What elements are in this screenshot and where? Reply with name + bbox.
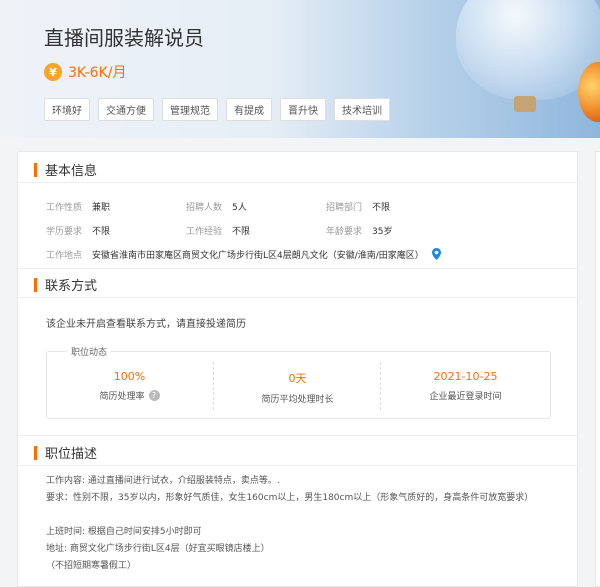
info-label: 工作性质 <box>46 202 83 213</box>
contact-notice: 该企业未开启查看联系方式，请直接投递简历 <box>46 319 246 330</box>
description-line: 上班时间: 根据自己时间安排5小时即可 <box>46 527 202 537</box>
stat-value: 0天 <box>288 372 307 385</box>
section-basic-info: 基本信息 <box>34 160 97 179</box>
info-value: 兼职 <box>92 202 111 213</box>
salary-text: 3K-6K/月 <box>68 65 127 81</box>
info-value: 不限 <box>372 202 391 213</box>
description-line: 要求：性别不限，35岁以内，形象好气质佳，女生160cm以上，男生180cm以上… <box>46 493 534 503</box>
stat-last-login: 2021-10-25 企业最近登录时间 <box>383 352 548 420</box>
benefit-tags: 环境好 交通方便 管理规范 有提成 晋升快 技术培训 <box>44 98 390 121</box>
stat-desc: 简历平均处理时长 <box>261 395 334 405</box>
address-value: 安徽省淮南市田家庵区商贸文化广场步行街L区4层朗凡文化（安徽/淮南/田家庵区） <box>92 250 424 261</box>
benefit-tag: 交通方便 <box>98 98 154 121</box>
divider <box>18 268 577 269</box>
divider <box>18 297 577 298</box>
info-value: 不限 <box>232 226 251 237</box>
info-label: 年龄要求 <box>326 226 363 237</box>
info-label: 招聘人数 <box>186 202 223 213</box>
help-icon[interactable]: ? <box>148 390 160 401</box>
benefit-tag: 技术培训 <box>334 98 390 121</box>
map-pin-icon[interactable] <box>431 248 441 260</box>
job-header-banner: 直播间服装解说员 ¥ 3K-6K/月 环境好 交通方便 管理规范 有提成 晋升快… <box>0 0 600 138</box>
address-label: 工作地点 <box>46 250 83 261</box>
yen-icon: ¥ <box>44 63 62 81</box>
stat-process-time: 0天 简历平均处理时长 <box>215 352 380 420</box>
job-detail-card: 基本信息 工作性质 兼职 招聘人数 5人 招聘部门 不限 学历要求 不限 工作经验 不限 … <box>17 151 578 587</box>
basic-info-grid: 工作性质 兼职 招聘人数 5人 招聘部门 不限 学历要求 不限 工作经验 不限 年龄要求 3… <box>46 194 566 266</box>
section-contact: 联系方式 <box>34 275 97 294</box>
description-line: 工作内容: 通过直播间进行试衣，介绍服装特点，卖点等。. <box>46 476 280 486</box>
stat-separator <box>213 362 214 410</box>
job-description: 工作内容: 通过直播间进行试衣，介绍服装特点，卖点等。. 要求：性别不限，35岁… <box>46 473 533 575</box>
benefit-tag: 环境好 <box>44 98 90 121</box>
info-value: 5人 <box>232 202 247 213</box>
info-row: 学历要求 不限 工作经验 不限 年龄要求 35岁 <box>46 218 566 242</box>
stat-value: 2021-10-25 <box>433 370 498 383</box>
section-title: 职位描述 <box>45 447 98 462</box>
info-value: 不限 <box>92 226 111 237</box>
address-row: 工作地点 安徽省淮南市田家庵区商贸文化广场步行街L区4层朗凡文化（安徽/淮南/田… <box>46 242 566 266</box>
info-label: 工作经验 <box>186 226 223 237</box>
info-row: 工作性质 兼职 招聘人数 5人 招聘部门 不限 <box>46 194 566 218</box>
stat-desc: 简历处理率 <box>99 392 145 402</box>
description-line <box>46 507 533 524</box>
section-description: 职位描述 <box>34 443 97 462</box>
divider <box>18 435 577 436</box>
stat-value: 100% <box>113 370 146 383</box>
info-label: 学历要求 <box>46 226 83 237</box>
description-line: 地址: 商贸文化广场步行街L区4层（好宜买眼镜店楼上） <box>46 544 270 554</box>
description-line: （不招短期寒暑假工） <box>46 561 137 571</box>
stat-desc: 企业最近登录时间 <box>429 392 502 402</box>
job-title: 直播间服装解说员 <box>44 26 204 50</box>
info-value: 35岁 <box>372 226 393 237</box>
stat-resume-rate: 100% 简历处理率? <box>47 352 212 420</box>
section-title: 基本信息 <box>45 164 98 179</box>
divider <box>18 182 577 183</box>
side-panel-edge <box>595 151 600 587</box>
benefit-tag: 管理规范 <box>162 98 218 121</box>
benefit-tag: 有提成 <box>226 98 272 121</box>
divider <box>18 465 577 466</box>
info-label: 招聘部门 <box>326 202 363 213</box>
stat-separator <box>380 362 381 410</box>
benefit-tag: 晋升快 <box>280 98 326 121</box>
section-title: 联系方式 <box>45 279 98 294</box>
job-stats-box: 职位动态 100% 简历处理率? 0天 简历平均处理时长 2021-10-25 … <box>46 345 551 420</box>
salary: ¥ 3K-6K/月 <box>44 62 126 82</box>
